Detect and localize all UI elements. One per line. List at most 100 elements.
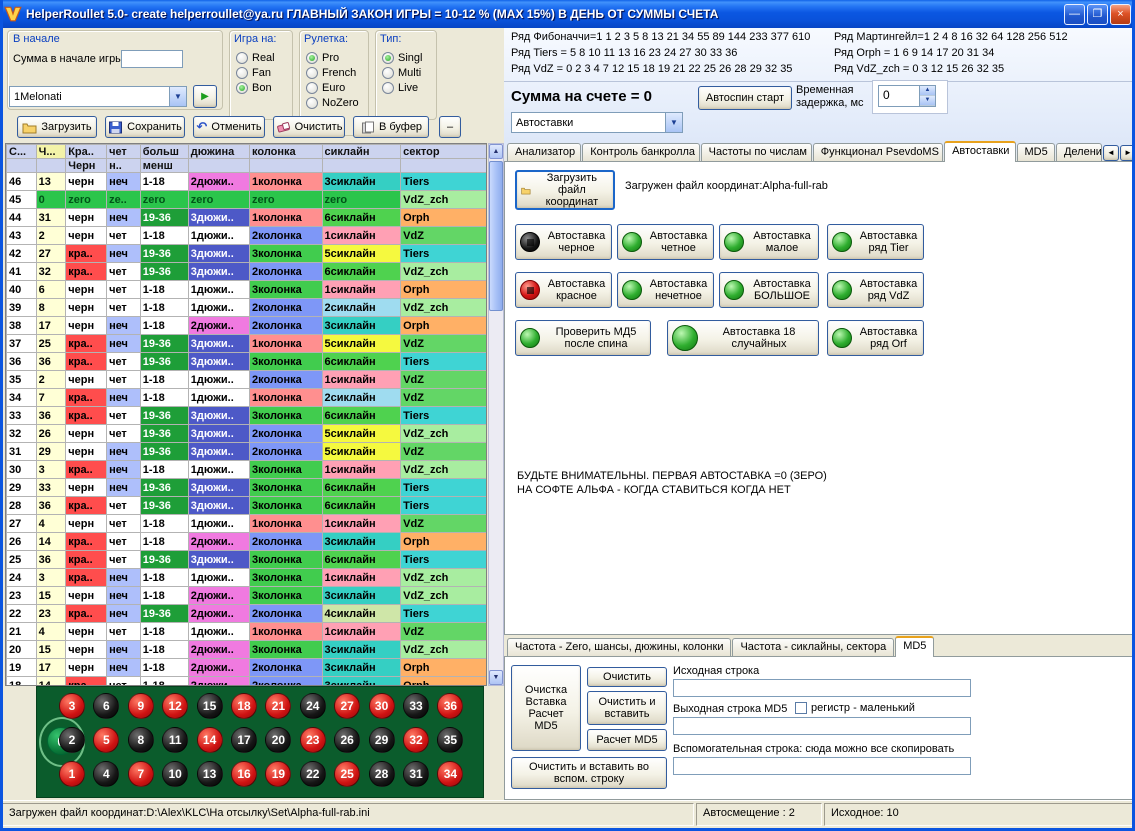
board-number[interactable]: 7 xyxy=(128,761,154,787)
board-number[interactable]: 13 xyxy=(197,761,223,787)
board-number[interactable]: 14 xyxy=(197,727,223,753)
table-row[interactable]: 274чернчет1-181дюжи..1колонка1сиклайнVdZ xyxy=(7,515,487,533)
autobet-odd-button[interactable]: Автоставка нечетное xyxy=(617,272,714,308)
board-number[interactable]: 6 xyxy=(93,693,119,719)
board-number[interactable]: 36 xyxy=(437,693,463,719)
board-number[interactable]: 35 xyxy=(437,727,463,753)
spin-up-icon[interactable]: ▲ xyxy=(920,86,935,96)
board-number[interactable]: 15 xyxy=(197,693,223,719)
autospin-button[interactable]: Автоспин старт xyxy=(698,86,792,110)
board-number[interactable]: 27 xyxy=(334,693,360,719)
table-row[interactable]: 2614кра..чет1-182дюжи..2колонка3сиклайнO… xyxy=(7,533,487,551)
scrollbar-thumb[interactable] xyxy=(489,161,503,311)
load-button[interactable]: Загрузить xyxy=(17,116,97,138)
table-row[interactable]: 352чернчет1-181дюжи..2колонка1сиклайнVdZ xyxy=(7,371,487,389)
buffer-button[interactable]: В буфер xyxy=(353,116,429,138)
autobet-even-button[interactable]: Автоставка четное xyxy=(617,224,714,260)
table-row[interactable]: 2315черннеч1-182дюжи..3колонка3сиклайнVd… xyxy=(7,587,487,605)
board-number[interactable]: 18 xyxy=(231,693,257,719)
table-row[interactable]: 398чернчет1-181дюжи..2колонка2сиклайнVdZ… xyxy=(7,299,487,317)
table-row[interactable]: 4431черннеч19-363дюжи..1колонка6сиклайнO… xyxy=(7,209,487,227)
col-header[interactable]: чет xyxy=(107,145,141,159)
radio-live[interactable]: Live xyxy=(382,80,422,95)
col-header[interactable]: дюжина xyxy=(188,145,249,159)
table-row[interactable]: 3129черннеч19-363дюжи..2колонка5сиклайнV… xyxy=(7,443,487,461)
tab-freq-zero[interactable]: Частота - Zero, шансы, дюжины, колонки xyxy=(507,638,731,656)
radio-pro[interactable]: Pro xyxy=(306,50,359,65)
scroll-down-icon[interactable]: ▼ xyxy=(489,670,503,685)
table-row[interactable]: 4132кра..чет19-363дюжи..2колонка6сиклайн… xyxy=(7,263,487,281)
table-row[interactable]: 2015черннеч1-182дюжи..3колонка3сиклайнVd… xyxy=(7,641,487,659)
table-row[interactable]: 3817черннеч1-182дюжи..2колонка3сиклайнOr… xyxy=(7,317,487,335)
tab-autobets[interactable]: Автоставки xyxy=(944,141,1015,162)
autobet-red-button[interactable]: Автоставка красное xyxy=(515,272,612,308)
md5-clear-paste-button[interactable]: Очистить и вставить xyxy=(587,691,667,725)
autobets-combo[interactable]: Автоставки ▼ xyxy=(511,112,683,133)
radio-bon[interactable]: Bon xyxy=(236,80,275,95)
tab-md5[interactable]: MD5 xyxy=(1017,143,1055,161)
clear-button[interactable]: Очистить xyxy=(273,116,345,138)
board-number[interactable]: 17 xyxy=(231,727,257,753)
table-row[interactable]: 1917черннеч1-182дюжи..2колонка3сиклайнOr… xyxy=(7,659,487,677)
maximize-button[interactable]: ❐ xyxy=(1087,4,1108,25)
autobet-small-button[interactable]: Автоставка малое xyxy=(719,224,819,260)
table-row[interactable]: 347кра..неч1-181дюжи..1колонка2сиклайнVd… xyxy=(7,389,487,407)
table-row[interactable]: 4227кра..неч19-363дюжи..3колонка5сиклайн… xyxy=(7,245,487,263)
board-number[interactable]: 24 xyxy=(300,693,326,719)
tab-analyzer[interactable]: Анализатор xyxy=(507,143,581,161)
tab-psevdoms[interactable]: Функционал PsevdoMS xyxy=(813,143,943,161)
undo-button[interactable]: ↶ Отменить xyxy=(193,116,265,138)
tab-scroll-left-icon[interactable]: ◄ xyxy=(1103,145,1119,161)
board-number[interactable]: 5 xyxy=(93,727,119,753)
table-row[interactable]: 432чернчет1-181дюжи..2колонка1сиклайнVdZ xyxy=(7,227,487,245)
table-row[interactable]: 3226чернчет19-363дюжи..2колонка5сиклайнV… xyxy=(7,425,487,443)
autobet-tier-button[interactable]: Автоставка ряд Tier xyxy=(827,224,924,260)
autobet-black-button[interactable]: Автоставка черное xyxy=(515,224,612,260)
table-row[interactable]: 303кра..неч1-181дюжи..3колонка1сиклайнVd… xyxy=(7,461,487,479)
minus-button[interactable]: – xyxy=(439,116,461,138)
scroll-up-icon[interactable]: ▲ xyxy=(489,144,503,159)
start-sum-input[interactable] xyxy=(121,50,183,68)
board-number[interactable]: 31 xyxy=(403,761,429,787)
board-number[interactable]: 21 xyxy=(265,693,291,719)
tab-division[interactable]: Делени xyxy=(1056,143,1102,161)
table-row[interactable]: 2536кра..чет19-363дюжи..3колонка6сиклайн… xyxy=(7,551,487,569)
radio-multi[interactable]: Multi xyxy=(382,65,422,80)
table-row[interactable]: 214чернчет1-181дюжи..1колонка1сиклайнVdZ xyxy=(7,623,487,641)
table-row[interactable]: 1814кра..чет1-182дюжи..2колонка3сиклайнO… xyxy=(7,677,487,687)
radio-real[interactable]: Real xyxy=(236,50,275,65)
minimize-button[interactable]: — xyxy=(1064,4,1085,25)
board-number[interactable]: 10 xyxy=(162,761,188,787)
close-button[interactable]: × xyxy=(1110,4,1131,25)
delay-value[interactable]: 0 xyxy=(879,86,919,106)
col-header[interactable]: Кра.. xyxy=(66,145,107,159)
delay-spinner[interactable]: 0 ▲ ▼ xyxy=(878,85,936,107)
col-header[interactable]: сектор xyxy=(401,145,487,159)
col-header[interactable]: колонка xyxy=(250,145,323,159)
board-number[interactable]: 9 xyxy=(128,693,154,719)
tab-scroll-right-icon[interactable]: ► xyxy=(1120,145,1135,161)
table-row[interactable]: 2933черннеч19-363дюжи..3колонка6сиклайнT… xyxy=(7,479,487,497)
tab-frequencies[interactable]: Частоты по числам xyxy=(701,143,812,161)
autobet-big-button[interactable]: Автоставка БОЛЬШОЕ xyxy=(719,272,819,308)
board-number[interactable]: 25 xyxy=(334,761,360,787)
board-number[interactable]: 8 xyxy=(128,727,154,753)
spin-down-icon[interactable]: ▼ xyxy=(920,96,935,106)
radio-french[interactable]: French xyxy=(306,65,359,80)
out-string-input[interactable] xyxy=(673,717,971,735)
radio-nozero[interactable]: NoZero xyxy=(306,95,359,110)
board-number[interactable]: 23 xyxy=(300,727,326,753)
autobet-18-random-button[interactable]: Автоставка 18 случайных xyxy=(667,320,819,356)
chevron-down-icon[interactable]: ▼ xyxy=(169,87,186,106)
board-number[interactable]: 12 xyxy=(162,693,188,719)
load-coords-button[interactable]: Загрузить файл координат xyxy=(515,170,615,210)
board-number[interactable]: 20 xyxy=(265,727,291,753)
tab-bankroll[interactable]: Контроль банкролла xyxy=(582,143,699,161)
profile-combo[interactable]: 1Melonati ▼ xyxy=(9,86,187,107)
autobet-orf-button[interactable]: Автоставка ряд Orf xyxy=(827,320,924,356)
col-header[interactable]: С... xyxy=(7,145,37,159)
col-header[interactable]: больш xyxy=(140,145,188,159)
tab-freq-md5[interactable]: MD5 xyxy=(895,636,934,657)
table-row[interactable]: 2223кра..неч19-362дюжи..2колонка4сиклайн… xyxy=(7,605,487,623)
board-number[interactable]: 33 xyxy=(403,693,429,719)
